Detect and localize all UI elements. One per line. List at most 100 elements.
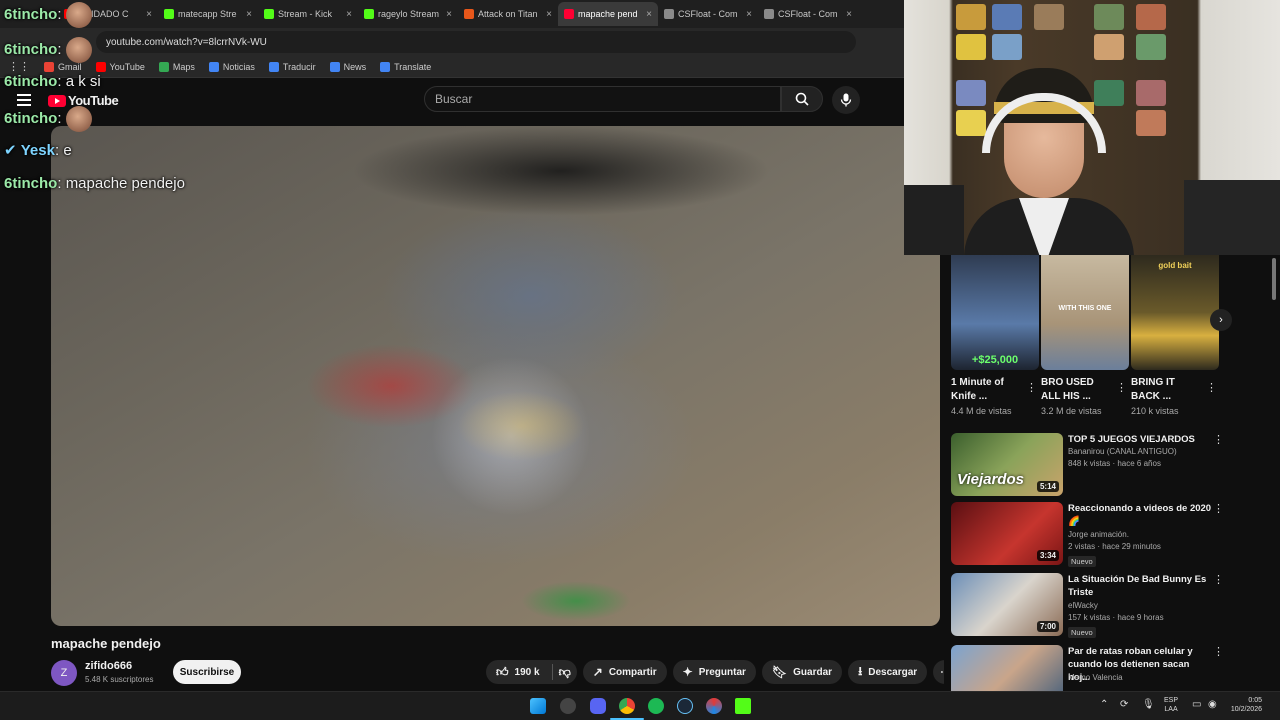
chat-message: 6tincho: mapache pendejo (4, 175, 185, 192)
short-views: 3.2 M de vistas (1041, 406, 1102, 416)
bookmark-item[interactable]: Maps (158, 61, 195, 72)
recommended-video[interactable]: 3:34 Reaccionando a videos de 2020 🌈 Jorge… (951, 502, 1280, 567)
windows-start-icon[interactable] (530, 698, 546, 714)
channel-name[interactable]: Bananirou (CANAL ANTIGUO) (1068, 447, 1177, 456)
tray-chevron-icon[interactable]: ⌃ (1100, 700, 1108, 710)
short-more-icon[interactable]: ⋮ (1206, 381, 1217, 394)
short-title[interactable]: BRING IT BACK ... (1131, 376, 1201, 404)
channel-avatar[interactable]: Z (51, 660, 77, 686)
browser-tab[interactable]: Attack on Titan × (458, 2, 558, 26)
chrome-icon[interactable] (619, 698, 635, 714)
video-thumbnail[interactable]: 7:00 (951, 573, 1063, 636)
network-icon[interactable]: ⟳ (1120, 700, 1128, 710)
channel-name[interactable]: Memo Valencia (1068, 673, 1123, 682)
chat-message: 6tincho: a k si (4, 73, 101, 90)
menu-icon[interactable] (17, 94, 31, 106)
spotify-icon[interactable] (648, 698, 664, 714)
kick-icon[interactable] (735, 698, 751, 714)
video-meta: 157 k vistas · hace 9 horas (1068, 613, 1164, 622)
video-title[interactable]: La Situación De Bad Bunny Es Triste (1068, 573, 1213, 599)
bookmark-item[interactable]: Translate (380, 61, 431, 72)
bookmark-label: Noticias (222, 61, 255, 72)
browser-tab[interactable]: matecapp Stre × (158, 2, 258, 26)
bookmark-favicon-icon (158, 61, 169, 72)
language-indicator[interactable]: ESP LAA (1164, 696, 1178, 714)
short-title[interactable]: 1 Minute of Knife ... (951, 376, 1021, 404)
like-button[interactable]: 👍︎ 190 k 👎︎ (486, 660, 577, 684)
discord-icon[interactable] (590, 698, 606, 714)
browser-tab[interactable]: rageylo Stream × (358, 2, 458, 26)
channel-name[interactable]: zifido666 (85, 660, 132, 672)
bookmark-label: Traducir (282, 61, 316, 72)
ask-button[interactable]: ✦ Preguntar (672, 660, 756, 684)
short-more-icon[interactable]: ⋮ (1026, 381, 1037, 394)
tab-close-icon[interactable]: × (446, 9, 452, 20)
webcam-overlay (904, 0, 1280, 255)
short-card[interactable]: WITH THIS ONE BRO USED ALL HIS ... 3.2 M d… (1041, 255, 1129, 416)
bookmark-item[interactable]: YouTube (95, 61, 145, 72)
recommended-video[interactable]: 7:00 La Situación De Bad Bunny Es Triste e… (951, 573, 1280, 638)
tab-close-icon[interactable]: × (346, 9, 352, 20)
channel-name[interactable]: Jorge animación. (1068, 530, 1129, 539)
browser-tab[interactable]: CSFloat - Com × (758, 2, 858, 26)
video-title[interactable]: TOP 5 JUEGOS VIEJARDOS (1068, 433, 1213, 446)
video-thumbnail[interactable]: Viejardos 5:14 (951, 433, 1063, 496)
video-more-icon[interactable]: ⋮ (1213, 645, 1224, 658)
recommended-video[interactable]: Viejardos 5:14 TOP 5 JUEGOS VIEJARDOS Banan… (951, 433, 1280, 497)
tab-close-icon[interactable]: × (846, 9, 852, 20)
video-more-icon[interactable]: ⋮ (1213, 502, 1224, 515)
clock-time: 0:05 (1248, 697, 1262, 704)
tab-close-icon[interactable]: × (746, 9, 752, 20)
browser-icon[interactable] (706, 698, 722, 714)
video-title[interactable]: Reaccionando a videos de 2020 🌈 (1068, 502, 1213, 528)
shorts-next-button[interactable]: › (1210, 309, 1232, 331)
browser-tab-bar: CUIDADO C × matecapp Stre × Stream - Kick × ra… (0, 0, 904, 28)
address-bar[interactable]: youtube.com/watch?v=8lcrrNVk-WU (96, 31, 856, 53)
short-thumbnail[interactable]: +$25,000 (951, 255, 1039, 370)
chat-message: 6tincho: (4, 37, 92, 63)
bookmark-item[interactable]: News (329, 61, 366, 72)
bookmark-item[interactable]: Gmail (44, 61, 82, 72)
bookmark-item[interactable]: Noticias (208, 61, 255, 72)
video-more-icon[interactable]: ⋮ (1213, 573, 1224, 586)
browser-tab[interactable]: mapache pend × (558, 2, 658, 26)
short-card[interactable]: +$25,000 1 Minute of Knife ... 4.4 M de vi… (951, 255, 1039, 416)
ask-label: Preguntar (698, 666, 746, 678)
search-button[interactable] (781, 86, 823, 112)
tab-close-icon[interactable]: × (546, 9, 552, 20)
voice-search-button[interactable] (832, 86, 860, 114)
chat-message: 6tincho: (4, 2, 92, 28)
display-icon[interactable]: ▭ (1192, 700, 1201, 710)
channel-name[interactable]: elWacky (1068, 601, 1098, 610)
mic-tray-icon[interactable]: 🎙︎ (1142, 700, 1155, 710)
tab-favicon-icon (664, 9, 674, 19)
bookmark-item[interactable]: Traducir (268, 61, 316, 72)
share-label: Compartir (608, 666, 657, 678)
app-icon[interactable] (560, 698, 576, 714)
browser-tab[interactable]: Stream - Kick × (258, 2, 358, 26)
scrollbar[interactable] (1272, 258, 1276, 300)
short-title[interactable]: BRO USED ALL HIS ... (1041, 376, 1111, 404)
save-button[interactable]: 🔖︎ Guardar (761, 660, 843, 684)
bookmark-favicon-icon (44, 61, 54, 72)
steam-icon[interactable] (677, 698, 693, 714)
tab-close-icon[interactable]: × (146, 9, 152, 20)
download-button[interactable]: ⭳ Descargar (848, 660, 928, 684)
thumbs-down-icon[interactable]: 👎︎ (559, 665, 571, 680)
tab-close-icon[interactable]: × (646, 9, 652, 20)
tab-close-icon[interactable]: × (246, 9, 252, 20)
short-more-icon[interactable]: ⋮ (1116, 381, 1127, 394)
share-button[interactable]: ↗ Compartir (582, 660, 667, 684)
search-input[interactable]: Buscar (424, 86, 781, 112)
short-card[interactable]: gold bait BRING IT BACK ... 210 k vistas ⋮ (1131, 255, 1219, 416)
subscribe-button[interactable]: Suscribirse (173, 660, 241, 684)
short-thumbnail[interactable]: WITH THIS ONE (1041, 255, 1129, 370)
short-thumbnail[interactable]: gold bait (1131, 255, 1219, 370)
video-thumbnail[interactable]: 3:34 (951, 502, 1063, 565)
share-icon: ↗ (592, 665, 603, 679)
video-more-icon[interactable]: ⋮ (1213, 433, 1224, 446)
video-player[interactable] (51, 126, 940, 626)
browser-tab[interactable]: CSFloat - Com × (658, 2, 758, 26)
clock[interactable]: 0:05 10/2/2026 (1226, 696, 1262, 714)
wifi-icon[interactable]: ◉ (1208, 700, 1217, 710)
